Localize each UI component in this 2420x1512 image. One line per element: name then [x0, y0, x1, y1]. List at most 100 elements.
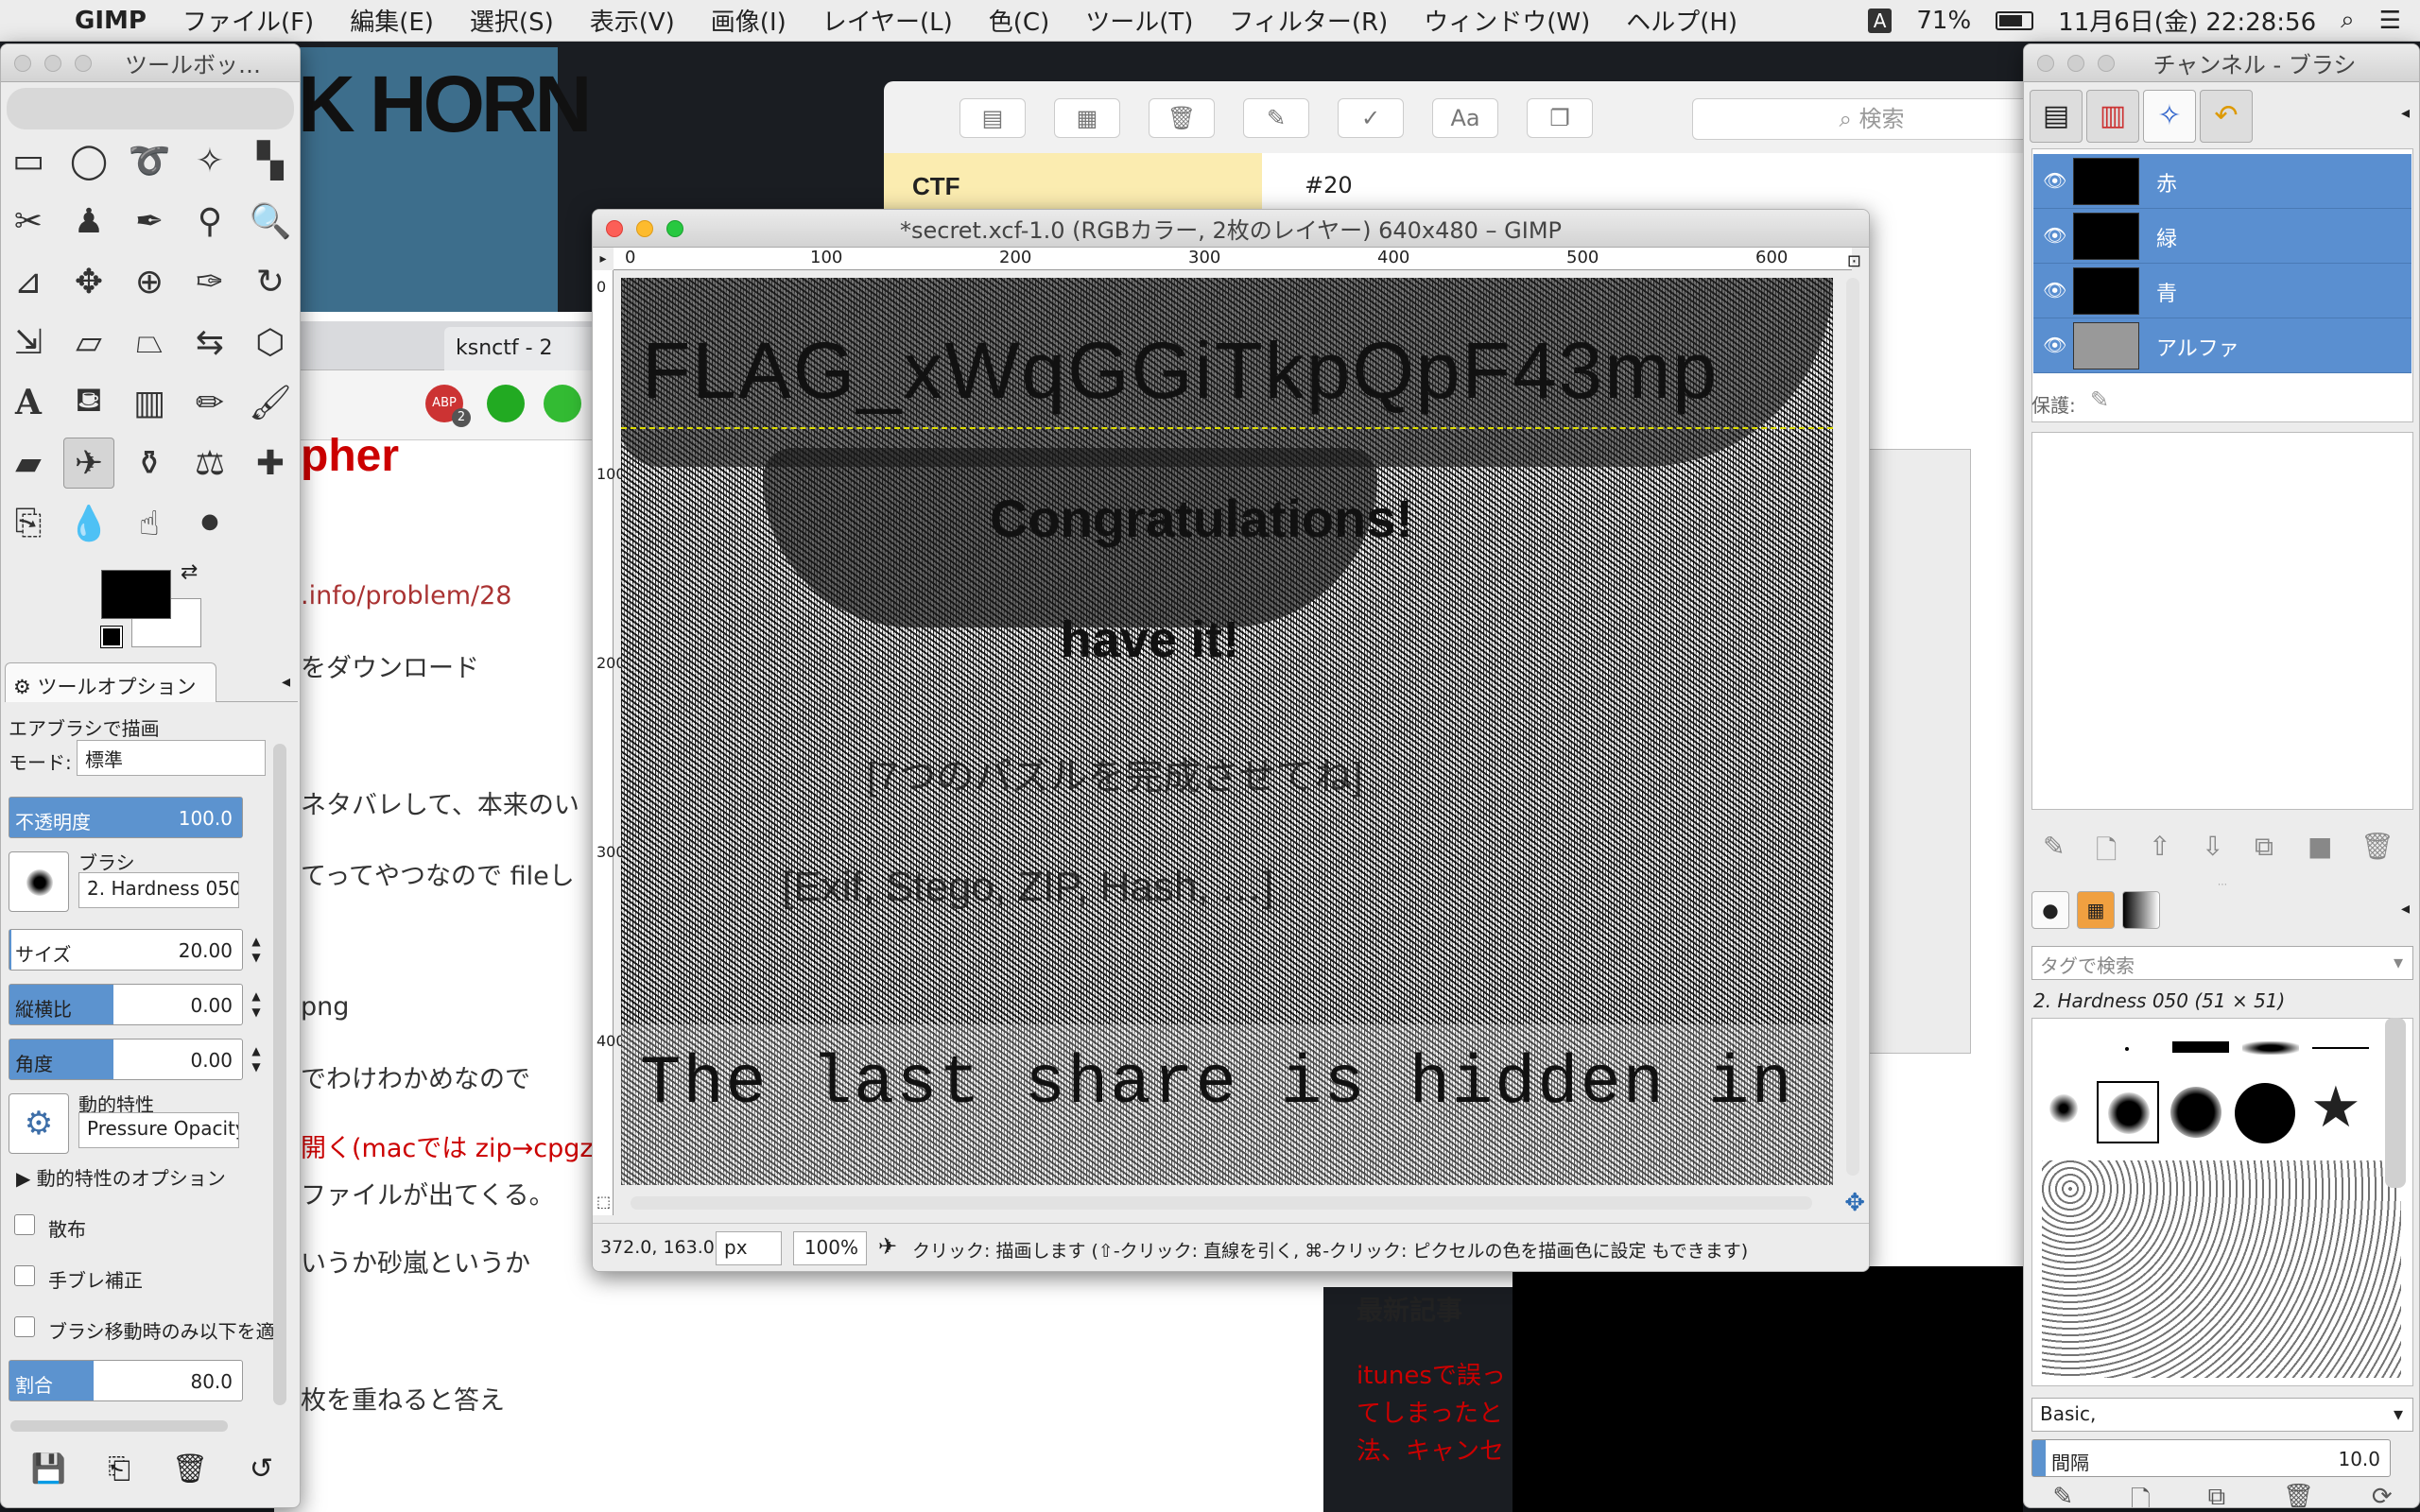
notes-list-item[interactable]: CTF	[884, 153, 1262, 210]
toolbox-titlebar[interactable]: ツールボッ…	[1, 44, 300, 82]
tab-tool-options[interactable]: ⚙ ツールオプション	[5, 662, 216, 702]
tab-menu-icon[interactable]: ◂	[2401, 899, 2410, 919]
flip-tool-icon[interactable]: ⇆	[184, 317, 235, 368]
rate-slider[interactable]: 割合 80.0	[9, 1360, 243, 1401]
channels-titlebar[interactable]: チャンネル - ブラシ	[2024, 44, 2419, 82]
eraser-tool-icon[interactable]: ▰	[3, 438, 54, 489]
airbrush-tool-icon[interactable]: ✈	[63, 438, 114, 489]
channel-to-selection-icon[interactable]: ■	[2308, 831, 2332, 862]
brush-item[interactable]	[2242, 1041, 2299, 1055]
heal-tool-icon[interactable]: ✚	[245, 438, 296, 489]
visibility-eye-icon[interactable]: 👁	[2043, 224, 2066, 247]
menu-edit[interactable]: 編集(E)	[332, 3, 452, 38]
wilber-drop-area[interactable]	[7, 88, 294, 129]
delete-channel-icon[interactable]: 🗑	[2360, 831, 2394, 862]
notes-checklist-button[interactable]: ✓	[1338, 98, 1404, 138]
canvas-hscrollbar[interactable]	[631, 1196, 1812, 1210]
toggle-quick-mask-icon[interactable]: ⬚	[596, 1193, 611, 1211]
reset-options-icon[interactable]: ↺	[250, 1452, 273, 1486]
navigate-icon[interactable]: ✥	[1844, 1189, 1865, 1217]
input-method-indicator[interactable]: A	[1867, 8, 1893, 33]
angle-slider[interactable]: 角度 0.00 ▲ ▼	[9, 1039, 261, 1080]
new-brush-icon[interactable]: 🗋	[2131, 1483, 2151, 1507]
menu-tools[interactable]: ツール(T)	[1067, 3, 1211, 38]
menu-image[interactable]: 画像(I)	[693, 3, 804, 38]
image-canvas[interactable]: FLAG_xWqGGiTkpQpF43mp Congratulations! h…	[621, 278, 1833, 1185]
textured-brushes[interactable]	[2042, 1160, 2401, 1378]
ink-tool-icon[interactable]: ⚱	[124, 438, 175, 489]
rotate-tool-icon[interactable]: ↻	[245, 256, 296, 307]
quick-mask-menu-icon[interactable]: ▸	[593, 248, 614, 270]
lock-pixels-icon[interactable]: ✎	[2090, 387, 2109, 413]
tab-brushes[interactable]: ●	[2031, 891, 2069, 929]
tab-paths[interactable]: ✧	[2143, 90, 2196, 143]
notes-search-field[interactable]: ⌕ 検索	[1692, 98, 2051, 140]
restore-options-icon[interactable]: ⎗	[108, 1452, 130, 1486]
dynamics-field[interactable]: Pressure Opacity	[78, 1112, 239, 1148]
close-button[interactable]	[14, 55, 31, 72]
brush-grid[interactable]: ★	[2031, 1018, 2413, 1386]
text-tool-icon[interactable]: A	[3, 377, 54, 428]
browser-tab[interactable]: ksnctf - 2	[444, 327, 614, 370]
channel-row-blue[interactable]: 👁 青	[2033, 264, 2411, 318]
clock[interactable]: 11月6日(金) 22:28:56	[2058, 3, 2316, 38]
zoom-follow-icon[interactable]: ⊡	[1847, 251, 1861, 271]
scatter-checkbox[interactable]	[14, 1214, 35, 1235]
green-extension-icon[interactable]	[544, 385, 581, 422]
ellipse-select-tool-icon[interactable]: ◯	[63, 135, 114, 186]
notes-share-button[interactable]: ❐	[1527, 98, 1593, 138]
zoom-tool-icon[interactable]: 🔍	[245, 196, 296, 247]
zoom-button[interactable]	[75, 55, 92, 72]
tab-menu-icon[interactable]: ◂	[2401, 103, 2410, 123]
move-tool-icon[interactable]: ✥	[63, 256, 114, 307]
color-picker-tool-icon[interactable]: ⚲	[184, 196, 235, 247]
fuzzy-select-tool-icon[interactable]: ✧	[184, 135, 235, 186]
blur-tool-icon[interactable]: 💧	[63, 498, 114, 549]
minimize-button[interactable]	[636, 220, 653, 237]
visibility-eye-icon[interactable]: 👁	[2043, 279, 2066, 301]
dynamics-preview-icon[interactable]: ⚙	[9, 1093, 69, 1154]
notification-center-icon[interactable]: ☰	[2379, 7, 2401, 35]
brush-item[interactable]	[2125, 1047, 2129, 1051]
tab-channels[interactable]: ▥	[2086, 90, 2139, 143]
edit-brush-icon[interactable]: ✎	[2052, 1483, 2073, 1507]
swap-colors-icon[interactable]: ⇄	[181, 560, 198, 584]
eye-extension-icon[interactable]	[487, 385, 525, 422]
tab-gradients[interactable]	[2122, 891, 2160, 929]
dodge-burn-tool-icon[interactable]: ⚫	[184, 498, 235, 549]
menu-layer[interactable]: レイヤー(L)	[804, 3, 971, 38]
tab-patterns[interactable]: ▦	[2077, 891, 2115, 929]
spacing-slider[interactable]: 間隔 10.0	[2031, 1439, 2391, 1477]
menu-help[interactable]: ヘルプ(H)	[1608, 3, 1755, 38]
new-channel-icon[interactable]: 🗋	[2096, 831, 2118, 876]
opacity-slider[interactable]: 不透明度 100.0	[9, 797, 243, 838]
notes-compose-button[interactable]: ✎	[1243, 98, 1309, 138]
visibility-eye-icon[interactable]: 👁	[2043, 169, 2066, 192]
motion-only-checkbox[interactable]	[14, 1316, 35, 1337]
rect-select-tool-icon[interactable]: ▭	[3, 135, 54, 186]
sidebar-link[interactable]: てしまったと	[1357, 1394, 1503, 1429]
menu-app-name[interactable]: GIMP	[57, 7, 164, 35]
channel-row-green[interactable]: 👁 緑	[2033, 209, 2411, 264]
save-options-icon[interactable]: 💾	[31, 1452, 66, 1486]
reset-colors-icon[interactable]	[100, 626, 123, 648]
aspect-slider[interactable]: 縦横比 0.00 ▲ ▼	[9, 984, 261, 1025]
size-spinner-icon[interactable]: ▲ ▼	[248, 934, 265, 966]
sidebar-link[interactable]: itunesで誤っ	[1357, 1356, 1506, 1391]
bucket-fill-tool-icon[interactable]: ⛾	[63, 377, 114, 428]
mode-select[interactable]: 標準	[77, 740, 266, 776]
zoom-select[interactable]: 100%	[793, 1231, 867, 1265]
menu-windows[interactable]: ウィンドウ(W)	[1406, 3, 1608, 38]
brush-item-selected[interactable]	[2097, 1081, 2159, 1143]
horizontal-ruler[interactable]: 0 100 200 300 400 500 600	[614, 248, 1852, 270]
notes-grid-button[interactable]: ▦	[1054, 98, 1120, 138]
dock-separator[interactable]: ⋯	[2024, 880, 2419, 890]
foreground-color-swatch[interactable]	[101, 570, 171, 619]
tab-undo[interactable]: ↶	[2200, 90, 2253, 143]
perspective-tool-icon[interactable]: ⏢	[124, 317, 175, 368]
brush-item[interactable]	[2235, 1083, 2295, 1143]
lasso-tool-icon[interactable]: ➰	[124, 135, 175, 186]
zoom-button[interactable]	[2098, 55, 2115, 72]
battery-icon[interactable]	[1996, 10, 2034, 30]
brush-item[interactable]	[2049, 1094, 2078, 1123]
